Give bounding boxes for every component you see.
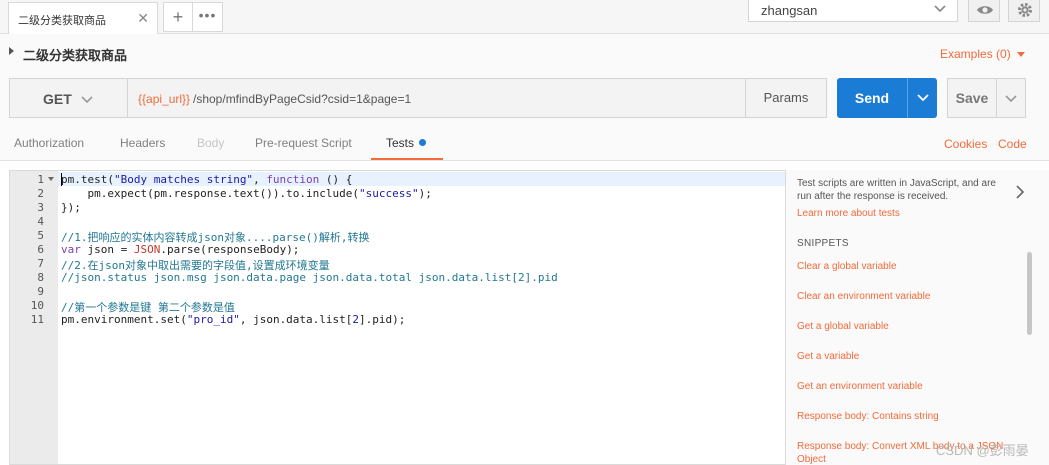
line-number: 5 [37, 229, 44, 242]
snippet-item[interactable]: Get a global variable [797, 320, 1022, 333]
close-icon[interactable]: ✕ [137, 10, 149, 27]
caret-down-icon[interactable] [1017, 52, 1025, 57]
save-options-button[interactable] [996, 78, 1026, 118]
method-select[interactable]: GET [9, 78, 128, 118]
snippet-item[interactable]: Response body: Contains string [797, 410, 1022, 423]
tab-tests[interactable]: Tests [386, 136, 427, 150]
tab-strip: 二级分类获取商品 ✕ + ••• zhangsan [0, 0, 1049, 34]
line-number: 9 [37, 285, 44, 298]
line-number: 3 [37, 201, 44, 214]
request-subtabs: Authorization Headers Body Pre-request S… [0, 128, 1049, 161]
tab-headers[interactable]: Headers [120, 136, 165, 150]
tab-authorization[interactable]: Authorization [14, 136, 84, 150]
line-number: 7 [37, 257, 44, 270]
line-number: 11 [30, 313, 44, 326]
code-line-3: }); [61, 201, 81, 214]
snippet-item[interactable]: Clear an environment variable [797, 290, 1022, 303]
code-line-8: //json.status json.msg json.data.page js… [61, 271, 558, 284]
snippets-scrollbar[interactable] [1027, 252, 1032, 335]
snippet-item[interactable]: Clear a global variable [797, 260, 1022, 273]
url-bar: GET {{api_url}} /shop/mfindByPageCsid?cs… [0, 72, 1049, 128]
url-variable: {{api_url}} [138, 92, 191, 106]
url-path: /shop/mfindByPageCsid?csid=1&page=1 [193, 92, 412, 106]
chevron-right-icon[interactable] [1015, 185, 1025, 204]
chevron-down-icon [80, 92, 94, 111]
code-line-6: var json = JSON.parse(responseBody); [61, 243, 300, 256]
tests-code-editor[interactable]: 1 2 3 4 5 6 7 8 9 10 11 pm.test("Body ma… [9, 170, 786, 465]
tab-body[interactable]: Body [197, 136, 224, 150]
snippet-item[interactable]: Get a variable [797, 350, 1022, 363]
save-button[interactable]: Save [947, 78, 997, 118]
learn-more-link[interactable]: Learn more about tests [797, 208, 900, 219]
line-number: 2 [37, 187, 44, 200]
chevron-down-icon [933, 1, 947, 20]
snippets-description: Test scripts are written in JavaScript, … [797, 178, 996, 202]
line-number: 6 [37, 243, 44, 256]
tab-pre-request-script[interactable]: Pre-request Script [255, 136, 352, 150]
code-link[interactable]: Code [998, 137, 1027, 151]
snippets-panel: Test scripts are written in JavaScript, … [786, 170, 1049, 465]
send-button[interactable]: Send [837, 78, 907, 118]
snippet-item[interactable]: Get an environment variable [797, 380, 1022, 393]
line-number: 10 [30, 299, 44, 312]
line-number: 4 [37, 215, 44, 228]
fold-arrow-icon[interactable] [48, 177, 54, 181]
more-tabs-button[interactable]: ••• [193, 2, 223, 32]
snippets-heading: SNIPPETS [797, 238, 849, 249]
examples-dropdown[interactable]: Examples (0) [940, 47, 1011, 61]
code-line-11: pm.environment.set("pro_id", json.data.l… [61, 313, 406, 326]
line-number: 8 [37, 271, 44, 284]
new-tab-button[interactable]: + [163, 2, 193, 32]
request-tab-label: 二级分类获取商品 [18, 14, 106, 27]
url-input[interactable]: {{api_url}} /shop/mfindByPageCsid?csid=1… [127, 78, 746, 118]
request-name[interactable]: 二级分类获取商品 [23, 45, 127, 64]
active-tab-indicator [371, 158, 443, 160]
code-line-1: pm.test("Body matches string", function … [61, 173, 353, 186]
modified-dot-icon [419, 139, 427, 146]
environment-label: zhangsan [761, 3, 818, 18]
request-name-row: 二级分类获取商品 Examples (0) [0, 34, 1049, 72]
environment-select[interactable]: zhangsan [748, 0, 958, 22]
environment-quick-look-button[interactable] [968, 0, 1000, 22]
method-label: GET [43, 91, 72, 107]
watermark: CSDN @彭雨晏 [936, 443, 1029, 458]
code-line-2: pm.expect(pm.response.text()).to.include… [61, 187, 432, 200]
line-number-gutter: 1 2 3 4 5 6 7 8 9 10 11 [10, 171, 58, 464]
cookies-link[interactable]: Cookies [944, 137, 987, 151]
request-tab[interactable]: 二级分类获取商品 ✕ [8, 2, 158, 34]
params-button[interactable]: Params [745, 78, 827, 118]
caret-right-icon[interactable] [9, 47, 14, 55]
manage-environments-button[interactable] [1008, 0, 1040, 22]
send-options-button[interactable] [907, 78, 937, 118]
line-number: 1 [37, 173, 44, 186]
tab-tests-label: Tests [386, 136, 415, 150]
